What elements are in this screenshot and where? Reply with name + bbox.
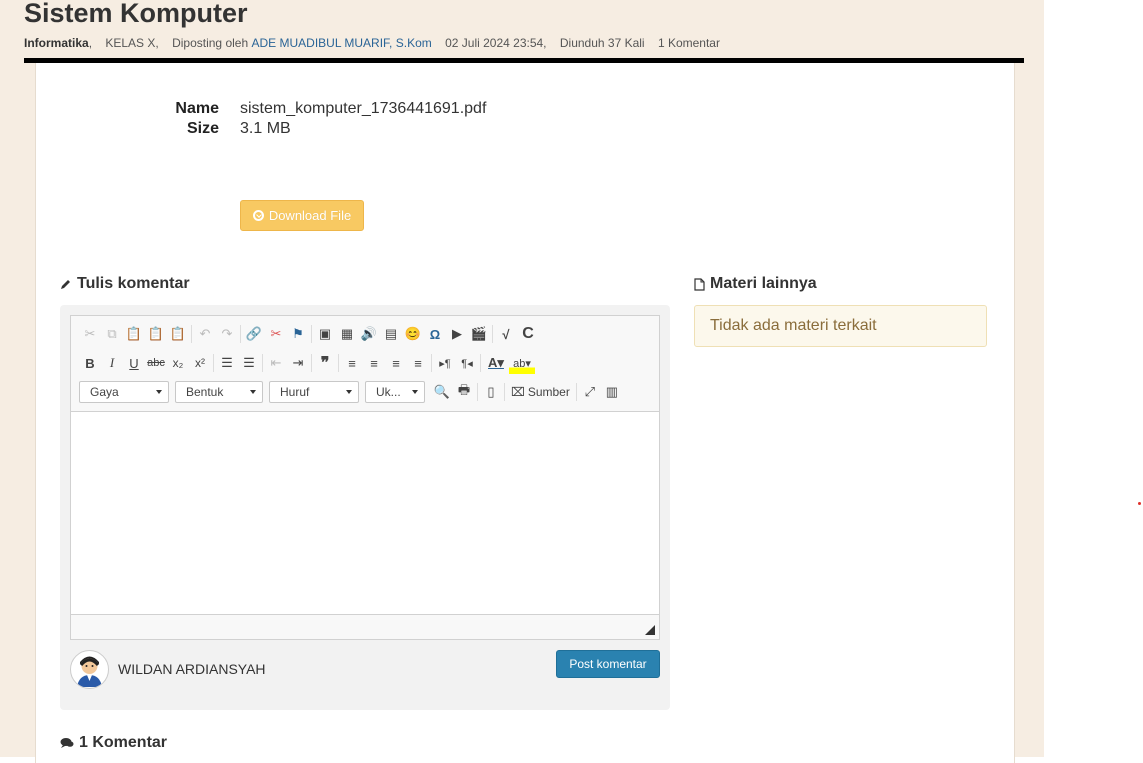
underline-icon[interactable]: U xyxy=(123,352,145,374)
image-icon[interactable]: ▣ xyxy=(314,323,336,345)
align-center-icon[interactable]: ≡ xyxy=(363,352,385,374)
cursor-dot xyxy=(1138,502,1141,505)
print-icon[interactable]: 🖶 xyxy=(453,381,475,403)
posted-by-prefix: Diposting oleh xyxy=(172,36,249,50)
caret-down-icon xyxy=(156,390,162,394)
other-materials-label: Materi lainnya xyxy=(710,275,817,292)
smiley-icon[interactable]: 😊 xyxy=(402,323,424,345)
bold-icon[interactable]: B xyxy=(79,352,101,374)
file-name-value: sistem_komputer_1736441691.pdf xyxy=(240,100,487,117)
write-comment-label: Tulis komentar xyxy=(77,275,190,292)
post-date: 02 Juli 2024 23:54, xyxy=(445,36,547,50)
other-materials-heading: Materi lainnya xyxy=(694,275,817,293)
download-circle-icon xyxy=(252,210,264,221)
italic-icon[interactable]: I xyxy=(101,352,123,374)
author-link[interactable]: ADE MUADIBUL MUARIF, S.Kom xyxy=(251,36,431,50)
format-combo[interactable]: Bentuk xyxy=(175,381,263,403)
comments-heading: 1 Komentar xyxy=(60,734,167,752)
file-name-label: Name xyxy=(175,100,219,117)
numbered-list-icon[interactable]: ☰ xyxy=(216,352,238,374)
video-icon[interactable]: 🎬 xyxy=(468,323,490,345)
class-label: KELAS X, xyxy=(105,36,159,50)
toolbar-row-2: B I U abc x₂ x² ☰ ☰ ⇤ ⇥ ❞ ≡ ≡ ≡ ≡ ▸¶ ¶◂ … xyxy=(79,351,535,375)
text-color-icon[interactable]: A▾ xyxy=(483,352,509,374)
download-file-button[interactable]: Download File xyxy=(240,200,364,231)
special-char-icon[interactable]: Ω xyxy=(424,323,446,345)
current-user-name: WILDAN ARDIANSYAH xyxy=(118,661,266,677)
post-comment-button[interactable]: Post komentar xyxy=(556,650,660,678)
toolbar-row-1: ✂ ⧉ 📋 📋 📋 ↶ ↷ 🔗 ✂ ⚑ ▣ ▦ 🔊 ▤ 😊 Ω ▶ 🎬 √ C xyxy=(79,322,539,346)
toolbar-row-3: Gaya Bentuk Huruf Uk... 🔍 🖶 ▯ ⌧ Sumber ⤢ … xyxy=(79,380,623,404)
font-combo[interactable]: Huruf xyxy=(269,381,359,403)
strikethrough-icon[interactable]: abc xyxy=(145,352,167,374)
caret-down-icon xyxy=(250,390,256,394)
copy-icon[interactable]: ⧉ xyxy=(101,323,123,345)
align-justify-icon[interactable]: ≡ xyxy=(407,352,429,374)
page-title: Sistem Komputer xyxy=(24,0,248,28)
comments-heading-label: 1 Komentar xyxy=(79,734,168,751)
ltr-icon[interactable]: ▸¶ xyxy=(434,352,456,374)
no-related-materials-alert: Tidak ada materi terkait xyxy=(694,305,987,347)
superscript-icon[interactable]: x² xyxy=(189,352,211,374)
align-left-icon[interactable]: ≡ xyxy=(341,352,363,374)
pencil-icon xyxy=(61,280,70,289)
caret-down-icon xyxy=(346,390,352,394)
code-icon[interactable]: C xyxy=(517,323,539,345)
undo-icon[interactable]: ↶ xyxy=(194,323,216,345)
table-icon[interactable]: ▤ xyxy=(380,323,402,345)
size-combo[interactable]: Uk... xyxy=(365,381,425,403)
audio-icon[interactable]: 🔊 xyxy=(358,323,380,345)
align-right-icon[interactable]: ≡ xyxy=(385,352,407,374)
comments-icon xyxy=(60,738,74,748)
user-avatar-icon xyxy=(77,656,102,687)
comment-count: 1 Komentar xyxy=(657,36,720,50)
file-icon xyxy=(694,277,705,291)
subscript-icon[interactable]: x₂ xyxy=(167,352,189,374)
avatar xyxy=(70,650,109,689)
flash-icon[interactable]: ▦ xyxy=(336,323,358,345)
indent-icon[interactable]: ⇥ xyxy=(287,352,309,374)
youtube-icon[interactable]: ▶ xyxy=(446,323,468,345)
source-button[interactable]: ⌧ Sumber xyxy=(507,381,574,403)
templates-icon[interactable]: ▯ xyxy=(480,381,502,403)
cut-icon[interactable]: ✂ xyxy=(79,323,101,345)
source-icon: ⌧ xyxy=(511,385,525,399)
resize-handle-icon[interactable] xyxy=(645,625,655,635)
download-button-label: Download File xyxy=(268,208,352,223)
unlink-icon[interactable]: ✂ xyxy=(265,323,287,345)
comment-text-area[interactable] xyxy=(71,411,659,615)
preview-icon[interactable]: 🔍 xyxy=(431,381,453,403)
post-meta: Informatika, KELAS X, Diposting oleh ADE… xyxy=(24,36,720,50)
file-size-label: Size xyxy=(186,120,219,137)
maximize-icon[interactable]: ⤢ xyxy=(579,381,601,403)
paste-icon[interactable]: 📋 xyxy=(123,323,145,345)
outdent-icon[interactable]: ⇤ xyxy=(265,352,287,374)
link-icon[interactable]: 🔗 xyxy=(243,323,265,345)
rtl-icon[interactable]: ¶◂ xyxy=(456,352,478,374)
paste-text-icon[interactable]: 📋 xyxy=(145,323,167,345)
rich-text-editor: ✂ ⧉ 📋 📋 📋 ↶ ↷ 🔗 ✂ ⚑ ▣ ▦ 🔊 ▤ 😊 Ω ▶ 🎬 √ C … xyxy=(70,315,660,640)
anchor-flag-icon[interactable]: ⚑ xyxy=(287,323,309,345)
show-blocks-icon[interactable]: ▥ xyxy=(601,381,623,403)
download-count: Diunduh 37 Kali xyxy=(559,36,645,50)
bulleted-list-icon[interactable]: ☰ xyxy=(238,352,260,374)
style-combo[interactable]: Gaya xyxy=(79,381,169,403)
paste-word-icon[interactable]: 📋 xyxy=(167,323,189,345)
caret-down-icon xyxy=(412,390,418,394)
file-size-value: 3.1 MB xyxy=(240,120,291,137)
math-icon[interactable]: √ xyxy=(495,323,517,345)
blockquote-icon[interactable]: ❞ xyxy=(314,352,336,374)
write-comment-heading: Tulis komentar xyxy=(60,275,190,293)
subject-label: Informatika xyxy=(24,36,89,50)
redo-icon[interactable]: ↷ xyxy=(216,323,238,345)
background-color-icon[interactable]: ab▾ xyxy=(509,352,535,374)
